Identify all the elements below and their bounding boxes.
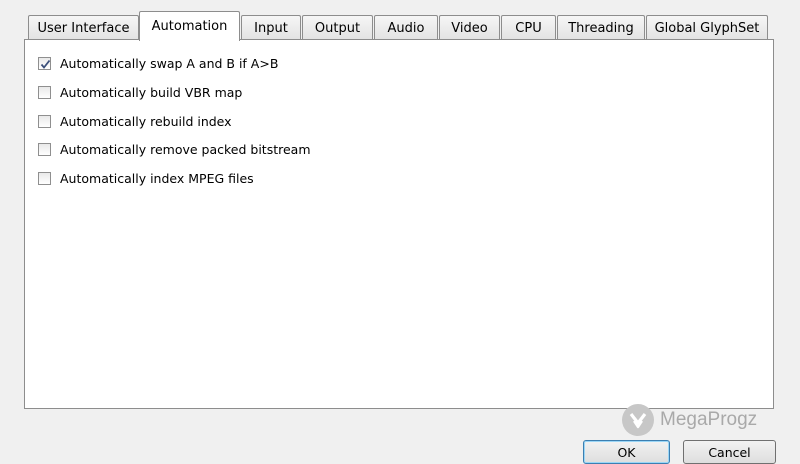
remove-packed-bitstream-checkbox[interactable] [38,142,51,156]
option-rebuild-index[interactable]: Automatically rebuild index [38,112,232,130]
megaprogz-logo-icon [622,404,654,436]
tab-label: Global GlyphSet [654,20,760,36]
tab-label: Video [451,20,488,36]
tab-audio[interactable]: Audio [374,15,438,40]
option-label: Automatically remove packed bitstream [60,141,311,157]
rebuild-index-checkbox[interactable] [38,114,51,128]
tab-label: Output [314,20,361,36]
option-build-vbr-map[interactable]: Automatically build VBR map [38,83,242,101]
option-label: Automatically index MPEG files [60,170,254,186]
option-index-mpeg[interactable]: Automatically index MPEG files [38,169,254,187]
build-vbr-map-checkbox[interactable] [38,85,51,99]
tab-cpu[interactable]: CPU [501,15,556,40]
option-remove-packed-bitstream[interactable]: Automatically remove packed bitstream [38,140,311,158]
tab-input[interactable]: Input [241,15,301,40]
option-label: Automatically build VBR map [60,84,243,100]
tab-label: Audio [387,20,425,36]
tab-label: CPU [515,20,542,36]
option-swap-a-b[interactable]: Automatically swap A and B if A>B [38,54,278,72]
tab-label: Automation [151,19,228,34]
option-label: Automatically rebuild index [60,113,232,129]
tab-output[interactable]: Output [302,15,373,40]
ok-button-label: OK [617,445,636,460]
automation-panel: Automatically swap A and B if A>B Automa… [24,39,774,409]
tab-global-glyphset[interactable]: Global GlyphSet [646,15,768,40]
swap-a-b-checkbox[interactable] [38,56,51,70]
ok-button[interactable]: OK [583,440,670,464]
tab-automation[interactable]: Automation [139,11,240,41]
checkmark-icon [40,59,51,69]
tab-label: Threading [568,20,634,36]
preferences-dialog: User Interface Automation Input Output A… [0,0,800,464]
tab-threading[interactable]: Threading [557,15,645,40]
tab-video[interactable]: Video [439,15,500,40]
cancel-button-label: Cancel [708,445,751,460]
tab-label: Input [254,20,288,36]
watermark-text: MegaProgz [660,409,758,430]
index-mpeg-checkbox[interactable] [38,171,51,185]
watermark: MegaProgz [622,402,757,438]
option-label: Automatically swap A and B if A>B [60,55,279,71]
tab-label: User Interface [37,20,130,36]
tab-user-interface[interactable]: User Interface [28,15,139,40]
cancel-button[interactable]: Cancel [683,440,776,464]
